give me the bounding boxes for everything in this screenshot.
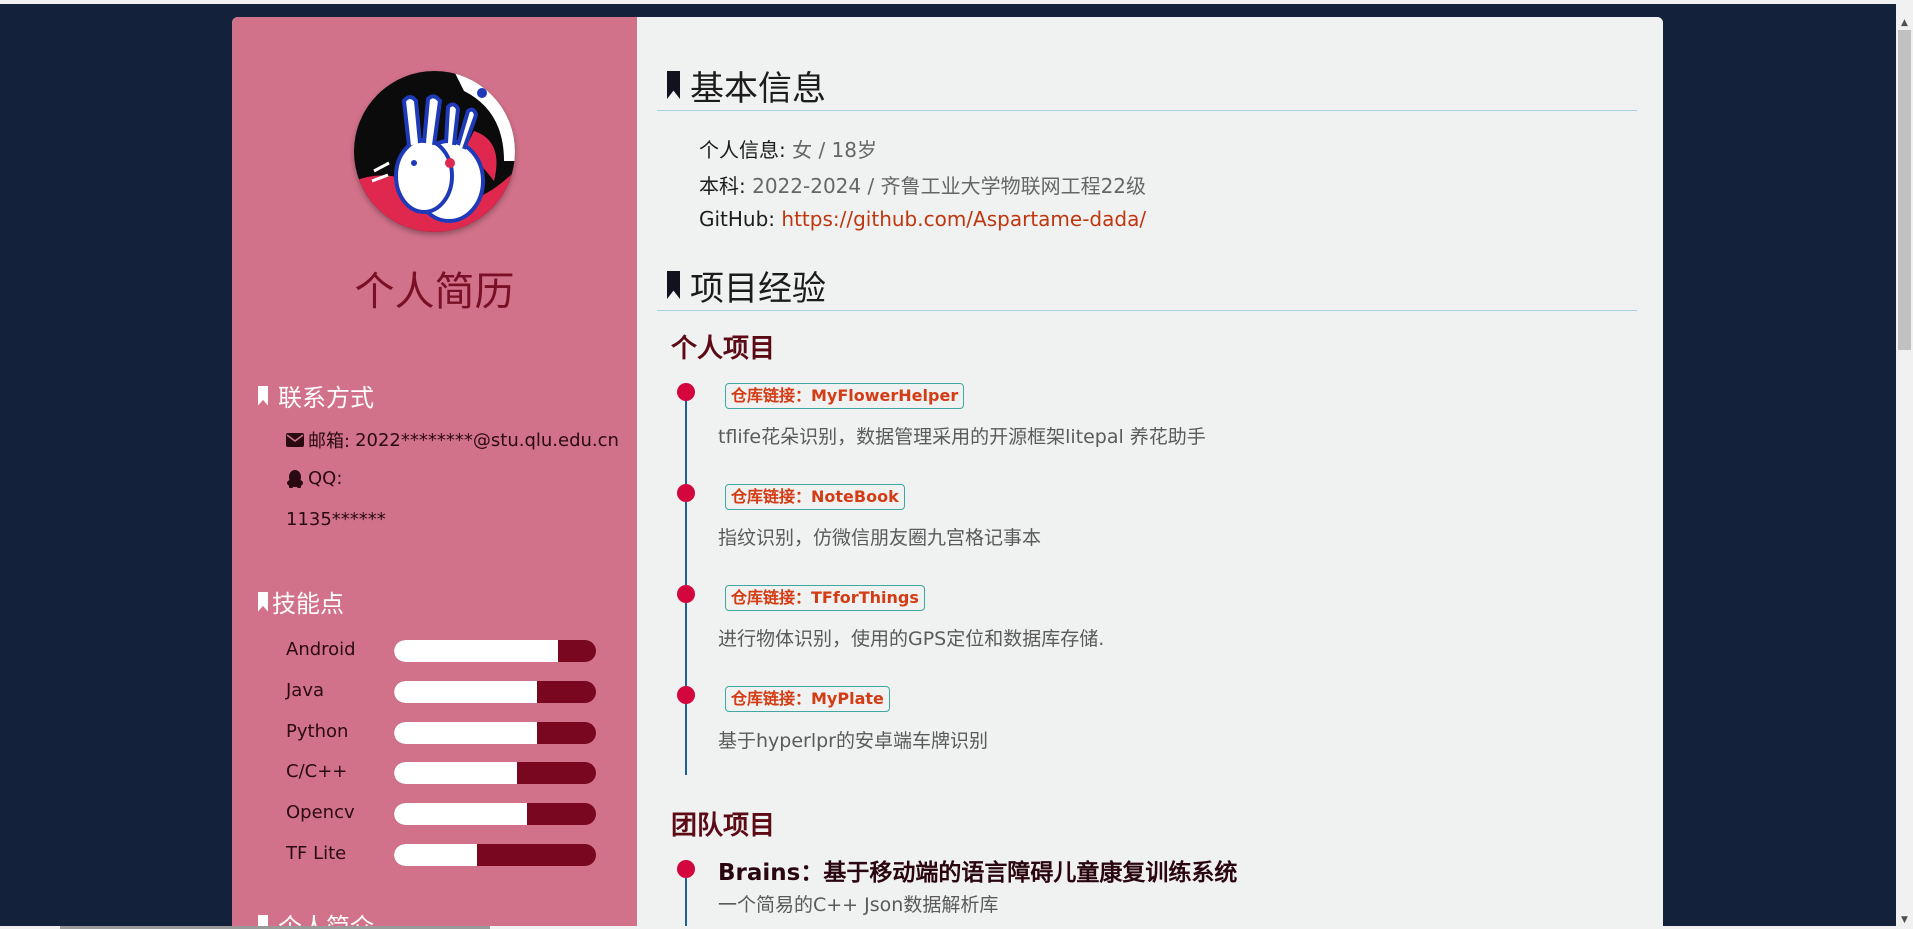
project-description: 一个简易的C++ Json数据解析库 [718, 894, 999, 916]
bookmark-icon [667, 71, 680, 99]
scroll-down-arrow-icon[interactable]: ▼ [1896, 912, 1913, 929]
repo-link-tag[interactable]: 仓库链接：NoteBook [725, 484, 905, 510]
timeline-line [685, 869, 687, 929]
skill-label: Python [286, 721, 349, 742]
skill-fill [394, 681, 538, 703]
avatar [354, 71, 515, 232]
education-value: 2022-2024 / 齐鲁工业大学物联网工程22级 [752, 174, 1147, 198]
scrollbar-thumb[interactable] [1898, 30, 1911, 350]
qq-label: QQ: [308, 468, 343, 489]
skill-fill [394, 640, 558, 662]
team-projects-heading: 团队项目 [671, 811, 776, 841]
github-link[interactable]: https://github.com/Aspartame-dada/ [781, 207, 1146, 231]
timeline-dot [677, 484, 695, 502]
contact-qq: QQ: [286, 468, 342, 489]
project-description: tflife花朵识别，数据管理采用的开源框架litepal 养花助手 [718, 426, 1206, 448]
personal-projects-heading: 个人项目 [671, 334, 776, 364]
skill-bar [394, 803, 596, 825]
bookmark-icon [258, 385, 268, 406]
project-description: 进行物体识别，使用的GPS定位和数据库存储. [718, 628, 1105, 650]
vertical-scrollbar[interactable]: ▲ ▼ [1896, 0, 1913, 929]
contact-heading: 联系方式 [258, 378, 374, 413]
basic-info-heading: 基本信息 [657, 60, 1637, 111]
main-content: 基本信息 个人信息: 女 / 18岁 本科: 2022-2024 / 齐鲁工业大… [637, 17, 1663, 929]
skills-heading: 技能点 [258, 584, 344, 619]
skill-bar [394, 640, 596, 662]
repo-link-tag[interactable]: 仓库链接：MyPlate [725, 686, 890, 712]
skill-fill [394, 803, 528, 825]
repo-link-tag[interactable]: 仓库链接：MyFlowerHelper [725, 383, 965, 409]
timeline-dot [677, 860, 695, 878]
skill-label: Java [286, 680, 325, 701]
skill-label: C/C++ [286, 761, 348, 782]
timeline-dot [677, 383, 695, 401]
email-value: 2022********@stu.qlu.edu.cn [355, 429, 619, 451]
resume-card: 个人简历 联系方式 邮箱: 2022********@stu.qlu.edu.c… [232, 17, 1663, 929]
education-label: 本科: [699, 174, 746, 198]
rabbit-avatar-image [354, 71, 515, 232]
envelope-icon [286, 433, 304, 447]
info-education: 本科: 2022-2024 / 齐鲁工业大学物联网工程22级 [699, 170, 1146, 199]
personal-label: 个人信息: [699, 138, 786, 162]
projects-heading-text: 项目经验 [690, 268, 826, 309]
email-label: 邮箱: [308, 431, 351, 452]
timeline-line [685, 392, 687, 775]
resume-title: 个人简历 [354, 269, 515, 315]
browser-top-edge [0, 0, 1913, 4]
skill-label: Opencv [286, 802, 355, 823]
personal-value: 女 / 18岁 [792, 138, 878, 162]
sidebar: 个人简历 联系方式 邮箱: 2022********@stu.qlu.edu.c… [232, 17, 637, 929]
skill-label: TF Lite [286, 843, 347, 864]
projects-heading: 项目经验 [657, 260, 1637, 311]
skill-fill [394, 762, 518, 784]
timeline-dot [677, 585, 695, 603]
team-project-title: Brains：基于移动端的语言障碍儿童康复训练系统 [718, 860, 1238, 886]
info-github: GitHub: https://github.com/Aspartame-dad… [699, 207, 1146, 231]
qq-value: 1135****** [286, 509, 386, 530]
skills-heading-text: 技能点 [272, 590, 344, 618]
project-description: 指纹识别，仿微信朋友圈九宫格记事本 [718, 527, 1042, 549]
github-label: GitHub: [699, 207, 776, 231]
contact-heading-text: 联系方式 [278, 384, 374, 412]
bookmark-icon [258, 591, 268, 612]
skill-bar [394, 681, 596, 703]
qq-penguin-icon [287, 469, 303, 488]
skill-fill [394, 722, 538, 744]
repo-link-tag[interactable]: 仓库链接：TFforThings [725, 585, 925, 611]
skill-fill [394, 844, 477, 866]
contact-email: 邮箱: 2022********@stu.qlu.edu.cn [286, 427, 619, 453]
basic-info-heading-text: 基本信息 [690, 68, 826, 109]
skill-bar [394, 762, 596, 784]
skill-bar [394, 722, 596, 744]
info-personal: 个人信息: 女 / 18岁 [699, 134, 877, 163]
skill-bar [394, 844, 596, 866]
timeline-dot [677, 686, 695, 704]
project-description: 基于hyperlpr的安卓端车牌识别 [718, 730, 988, 752]
skill-label: Android [286, 639, 356, 660]
bookmark-icon [667, 271, 680, 299]
